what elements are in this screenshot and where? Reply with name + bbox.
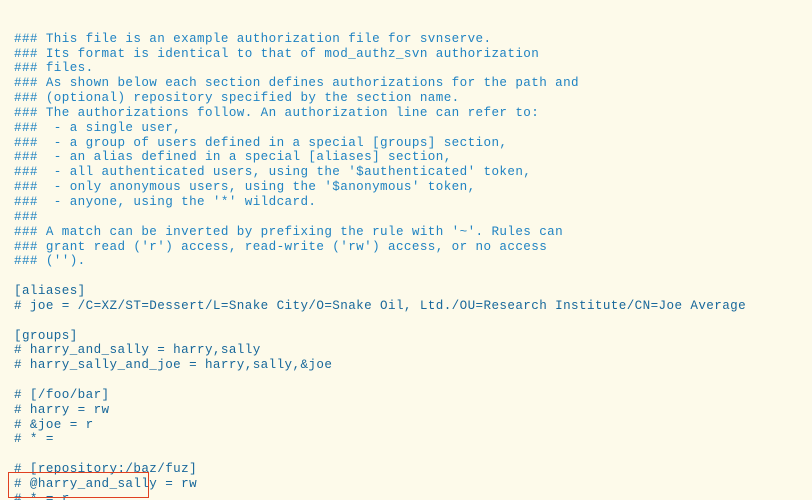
code-line: ### (''). <box>14 254 812 269</box>
code-line <box>14 269 812 284</box>
code-line: ### - a single user, <box>14 121 812 136</box>
code-line: # harry_and_sally = harry,sally <box>14 343 812 358</box>
code-line: ### grant read ('r') access, read-write … <box>14 240 812 255</box>
code-line: ### - a group of users defined in a spec… <box>14 136 812 151</box>
code-line: ### The authorizations follow. An author… <box>14 106 812 121</box>
file-content: ### This file is an example authorizatio… <box>14 32 812 500</box>
code-line: ### - anyone, using the '*' wildcard. <box>14 195 812 210</box>
code-line: ### - all authenticated users, using the… <box>14 165 812 180</box>
code-line: ### Its format is identical to that of m… <box>14 47 812 62</box>
code-line: # * = r <box>14 492 812 500</box>
code-line: # &joe = r <box>14 418 812 433</box>
code-line: # joe = /C=XZ/ST=Dessert/L=Snake City/O=… <box>14 299 812 314</box>
code-line: # @harry_and_sally = rw <box>14 477 812 492</box>
code-line <box>14 314 812 329</box>
code-line: ### - an alias defined in a special [ali… <box>14 150 812 165</box>
code-line: ### This file is an example authorizatio… <box>14 32 812 47</box>
code-line: [groups] <box>14 329 812 344</box>
code-line: ### A match can be inverted by prefixing… <box>14 225 812 240</box>
code-line <box>14 447 812 462</box>
code-line: # [/foo/bar] <box>14 388 812 403</box>
code-line: # * = <box>14 432 812 447</box>
code-line: # harry = rw <box>14 403 812 418</box>
code-line: ### - only anonymous users, using the '$… <box>14 180 812 195</box>
text-editor-viewport[interactable]: ### This file is an example authorizatio… <box>0 0 812 500</box>
code-line: # harry_sally_and_joe = harry,sally,&joe <box>14 358 812 373</box>
code-line: ### (optional) repository specified by t… <box>14 91 812 106</box>
code-line: [aliases] <box>14 284 812 299</box>
code-line: ### As shown below each section defines … <box>14 76 812 91</box>
code-line: ### files. <box>14 61 812 76</box>
code-line: ### <box>14 210 812 225</box>
code-line <box>14 373 812 388</box>
code-line: # [repository:/baz/fuz] <box>14 462 812 477</box>
